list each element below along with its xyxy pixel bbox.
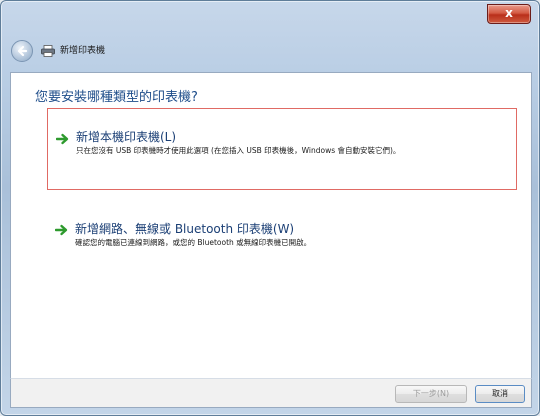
next-button[interactable]: 下一步(N) <box>395 385 467 403</box>
close-button[interactable]: x <box>487 4 531 24</box>
add-printer-dialog: x 新增印表機 您要安裝哪種類型的印表機? 新增本機印表機(L) 只在您沒有 U… <box>0 0 540 416</box>
option-network-printer[interactable]: 新增網路、無線或 Bluetooth 印表機(W) 確認您的電腦已連線到網路，或… <box>47 214 517 260</box>
option-title: 新增網路、無線或 Bluetooth 印表機(W) <box>75 222 295 236</box>
title-bar: x 新增印表機 <box>1 1 539 73</box>
back-arrow-icon <box>17 45 28 57</box>
green-arrow-icon <box>56 133 69 145</box>
page-heading: 您要安裝哪種類型的印表機? <box>35 90 198 105</box>
option-description: 只在您沒有 USB 印表機時才使用此選項 (在您插入 USB 印表機後，Wind… <box>76 146 401 155</box>
option-description: 確認您的電腦已連線到網路，或您的 Bluetooth 或無線印表機已開啟。 <box>75 238 312 247</box>
content-area: 您要安裝哪種類型的印表機? 新增本機印表機(L) 只在您沒有 USB 印表機時才… <box>10 72 532 379</box>
green-arrow-icon <box>55 224 68 236</box>
option-local-printer[interactable]: 新增本機印表機(L) 只在您沒有 USB 印表機時才使用此選項 (在您插入 US… <box>47 108 517 190</box>
back-button[interactable] <box>11 40 33 62</box>
option-title: 新增本機印表機(L) <box>76 130 177 144</box>
cancel-button[interactable]: 取消 <box>475 385 525 403</box>
button-bar: 下一步(N) 取消 <box>10 378 532 408</box>
printer-icon <box>41 45 55 57</box>
window-title: 新增印表機 <box>60 46 106 56</box>
